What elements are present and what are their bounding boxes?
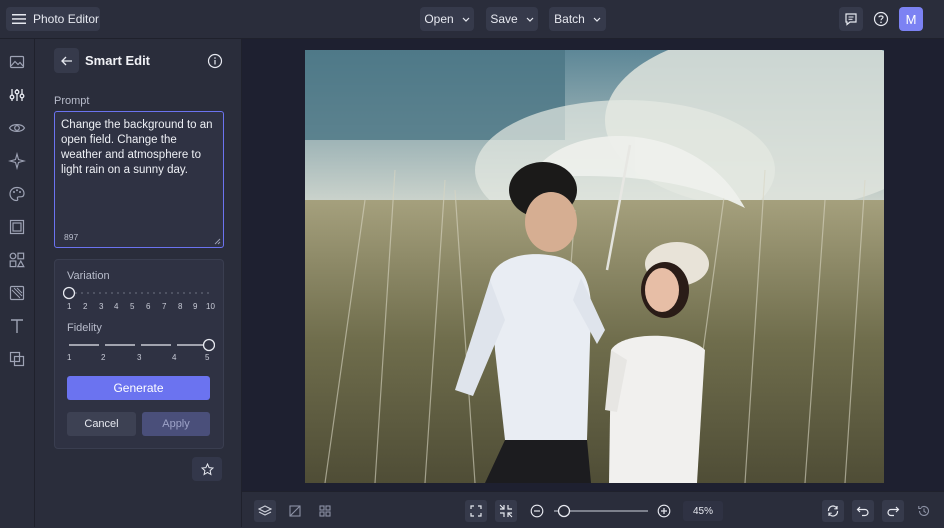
variation-tick: 5 xyxy=(130,302,135,311)
arrow-left-icon xyxy=(60,56,73,66)
save-menu-button[interactable]: Save xyxy=(486,7,538,31)
star-icon xyxy=(200,462,214,476)
resize-handle-icon[interactable] xyxy=(214,238,221,245)
settings-card: Variation 1 2 3 4 5 6 7 8 9 10 Fidelity … xyxy=(54,259,224,449)
fidelity-tick: 1 xyxy=(67,353,72,362)
actual-size-button[interactable] xyxy=(495,500,517,522)
layers-button[interactable] xyxy=(254,500,276,522)
zoom-slider[interactable] xyxy=(552,503,650,519)
undo-icon xyxy=(856,504,870,518)
refresh-icon xyxy=(826,504,840,518)
fidelity-slider[interactable] xyxy=(63,337,215,353)
back-button[interactable] xyxy=(54,48,79,73)
variation-tick: 10 xyxy=(206,302,215,311)
zoom-in-icon xyxy=(657,504,671,518)
eye-icon[interactable] xyxy=(8,119,26,137)
expand-icon xyxy=(469,504,483,518)
save-menu-label: Save xyxy=(490,12,518,26)
help-button[interactable] xyxy=(869,7,893,31)
sync-button[interactable] xyxy=(822,500,844,522)
variation-slider[interactable] xyxy=(63,285,215,301)
zoom-level[interactable]: 45% xyxy=(683,501,723,521)
char-count: 897 xyxy=(64,232,79,242)
comments-button[interactable] xyxy=(839,7,863,31)
image-icon[interactable] xyxy=(8,53,26,71)
layers-icon xyxy=(258,504,272,518)
variation-label: Variation xyxy=(67,270,110,282)
hamburger-icon xyxy=(12,13,26,25)
chevron-down-icon xyxy=(462,17,470,22)
text-icon[interactable] xyxy=(8,317,26,335)
avatar[interactable]: M xyxy=(899,7,923,31)
panel-title: Smart Edit xyxy=(85,53,151,68)
variation-tick: 6 xyxy=(146,302,151,311)
variation-tick: 7 xyxy=(162,302,167,311)
bottom-toolbar: 45% xyxy=(242,491,944,528)
top-bar: Photo Editor Open Save Batch M xyxy=(0,0,944,39)
fit-screen-button[interactable] xyxy=(465,500,487,522)
open-menu-button[interactable]: Open xyxy=(420,7,474,31)
batch-menu-label: Batch xyxy=(554,12,585,26)
prompt-text: Change the background to an open field. … xyxy=(61,119,213,176)
fidelity-tick: 5 xyxy=(205,353,210,362)
variation-tick: 3 xyxy=(99,302,104,311)
prompt-textarea[interactable]: Change the background to an open field. … xyxy=(54,111,224,248)
apply-button[interactable]: Apply xyxy=(142,412,210,436)
fidelity-ticks: 1 2 3 4 5 xyxy=(55,353,223,365)
avatar-letter: M xyxy=(905,11,917,27)
redo-button[interactable] xyxy=(882,500,904,522)
open-menu-label: Open xyxy=(424,12,454,26)
variation-tick: 9 xyxy=(193,302,198,311)
zoom-out-button[interactable] xyxy=(526,500,548,522)
variation-ticks: 1 2 3 4 5 6 7 8 9 10 xyxy=(55,302,223,314)
generate-button[interactable]: Generate xyxy=(67,376,210,400)
adjustments-icon[interactable] xyxy=(8,86,26,104)
shapes-icon[interactable] xyxy=(8,251,26,269)
grid-view-button[interactable] xyxy=(314,500,336,522)
history-icon xyxy=(917,504,931,518)
texture-icon[interactable] xyxy=(8,284,26,302)
palette-icon[interactable] xyxy=(8,185,26,203)
redo-icon xyxy=(886,504,900,518)
canvas-area xyxy=(242,39,944,491)
favorite-button[interactable] xyxy=(192,457,222,481)
compare-button[interactable] xyxy=(284,500,306,522)
collapse-icon xyxy=(499,504,513,518)
smart-edit-panel: Smart Edit Prompt Change the background … xyxy=(35,39,242,527)
chevron-down-icon xyxy=(593,17,601,22)
app-menu-button[interactable]: Photo Editor xyxy=(6,7,100,31)
magic-sparkle-icon[interactable] xyxy=(8,152,26,170)
fidelity-tick: 4 xyxy=(172,353,177,362)
fidelity-slider-thumb xyxy=(202,338,215,352)
info-icon xyxy=(207,53,223,69)
variation-tick: 1 xyxy=(67,302,72,311)
batch-menu-button[interactable]: Batch xyxy=(549,7,606,31)
zoom-in-button[interactable] xyxy=(653,500,675,522)
comment-icon xyxy=(844,12,858,26)
frame-icon[interactable] xyxy=(8,218,26,236)
info-button[interactable] xyxy=(207,53,223,69)
variation-tick: 4 xyxy=(114,302,119,311)
compare-icon xyxy=(288,504,302,518)
layers-transform-icon[interactable] xyxy=(8,350,26,368)
cancel-button[interactable]: Cancel xyxy=(67,412,136,436)
tool-rail xyxy=(0,39,35,527)
help-icon xyxy=(873,11,889,27)
variation-tick: 2 xyxy=(83,302,88,311)
grid-icon xyxy=(318,504,332,518)
app-title: Photo Editor xyxy=(33,12,100,26)
undo-button[interactable] xyxy=(852,500,874,522)
fidelity-tick: 3 xyxy=(137,353,142,362)
photo-image[interactable] xyxy=(305,50,884,483)
history-button[interactable] xyxy=(913,500,935,522)
zoom-out-icon xyxy=(530,504,544,518)
zoom-slider-thumb xyxy=(557,504,571,518)
prompt-label: Prompt xyxy=(54,95,90,107)
photo-illustration xyxy=(305,50,884,483)
fidelity-label: Fidelity xyxy=(67,322,102,334)
chevron-down-icon xyxy=(526,17,534,22)
variation-tick: 8 xyxy=(178,302,183,311)
fidelity-tick: 2 xyxy=(101,353,106,362)
variation-slider-thumb xyxy=(63,286,76,300)
